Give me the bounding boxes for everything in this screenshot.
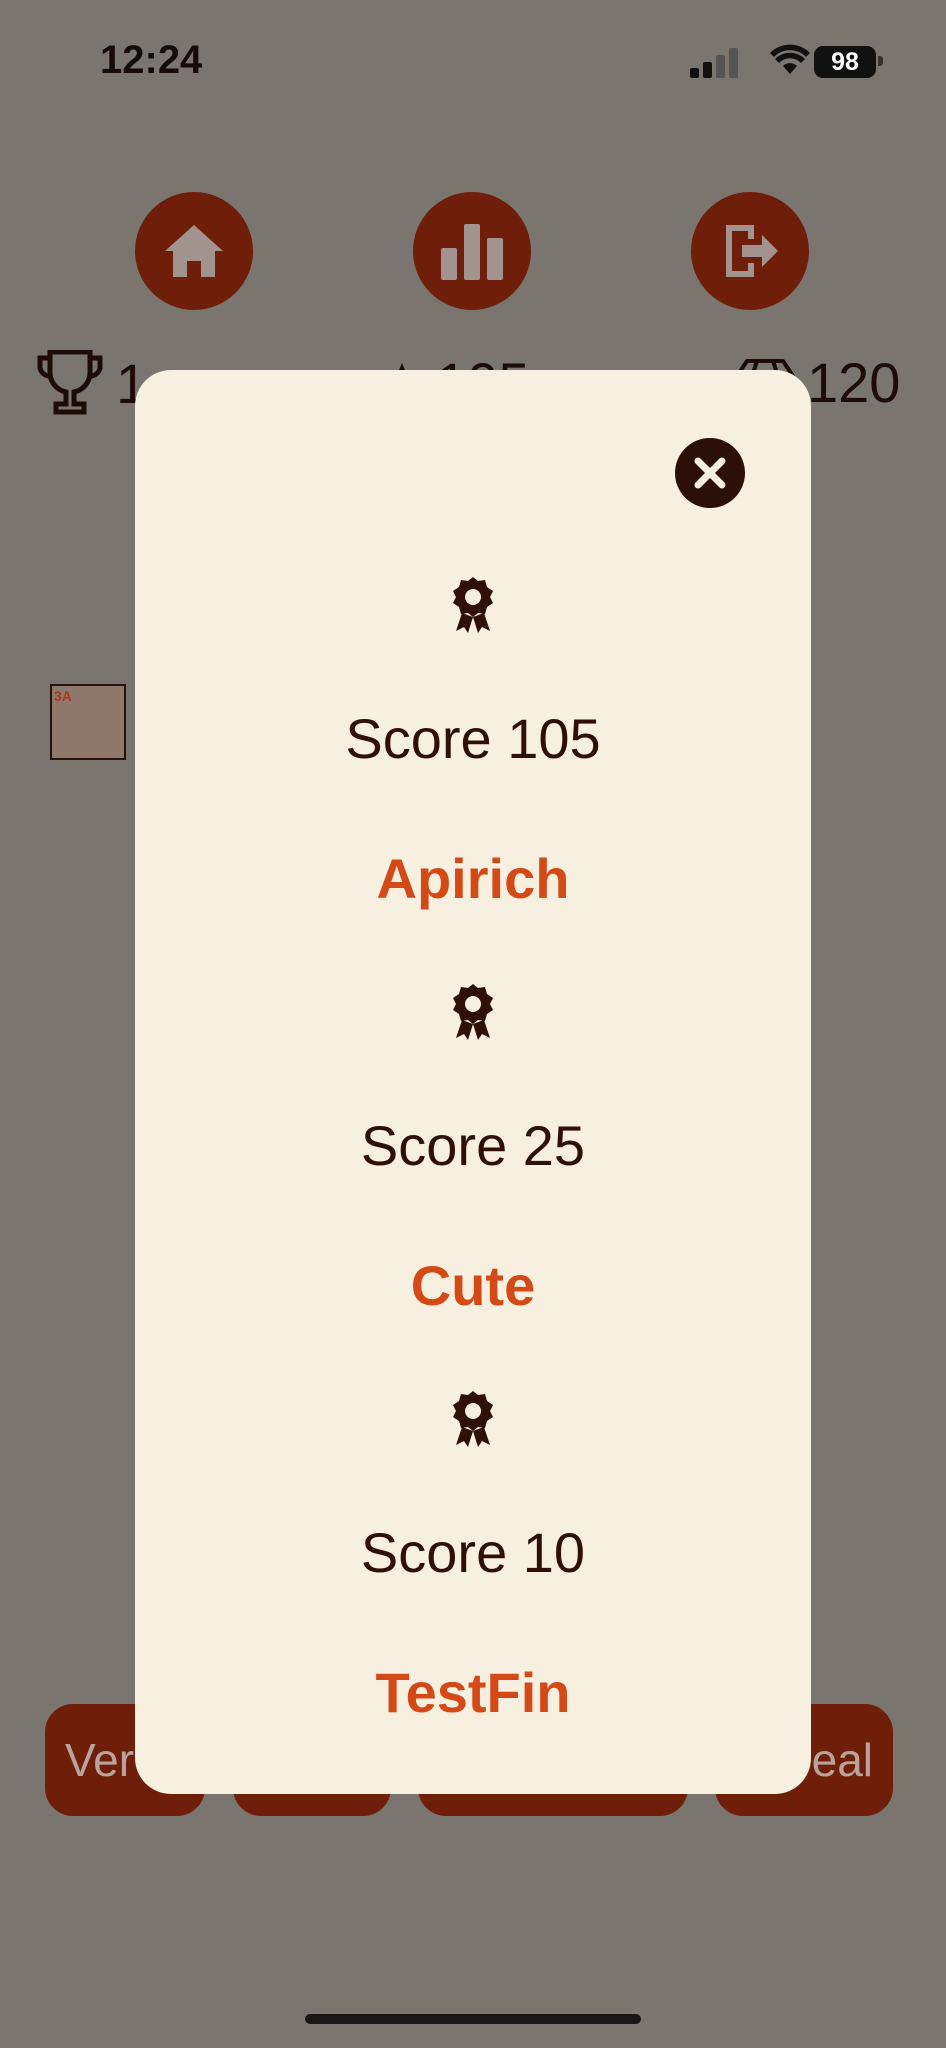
stats-button[interactable] <box>413 192 531 310</box>
player-name: Cute <box>410 1254 536 1317</box>
score-text: Score 105 <box>345 707 601 770</box>
status-time: 12:24 <box>100 38 203 82</box>
player-name: Apirich <box>376 847 570 910</box>
bar-chart-icon <box>441 224 503 280</box>
trophy-icon <box>37 350 103 415</box>
close-button[interactable] <box>675 438 745 508</box>
award-icon <box>453 577 493 633</box>
award-icon <box>453 1391 493 1447</box>
award-icon <box>453 984 493 1040</box>
score-text: Score 25 <box>360 1114 586 1177</box>
battery-tip <box>878 56 883 66</box>
score-text: Score 10 <box>360 1521 586 1584</box>
battery-indicator: 98 <box>814 46 876 78</box>
player-name: TestFin <box>375 1661 571 1724</box>
home-button[interactable] <box>135 192 253 310</box>
gem-count: 120 <box>807 351 901 414</box>
bottom-button-right-label: eal <box>811 1734 873 1786</box>
close-icon <box>694 457 726 489</box>
wifi-icon <box>770 44 810 74</box>
leaderboard-modal: Score 105 Apirich Score 25 Cute Score 10… <box>135 370 811 1794</box>
home-icon <box>165 225 223 277</box>
signal-icon <box>690 48 738 78</box>
trophy-stat: 1 <box>36 350 147 416</box>
battery-level: 98 <box>831 48 859 76</box>
level-tile[interactable]: 3A <box>50 684 126 760</box>
logout-icon <box>726 225 778 277</box>
tile-label: 3A <box>54 688 72 704</box>
bottom-button-left-label: Ver <box>65 1734 135 1786</box>
home-indicator[interactable] <box>305 2014 641 2024</box>
exit-button[interactable] <box>691 192 809 310</box>
